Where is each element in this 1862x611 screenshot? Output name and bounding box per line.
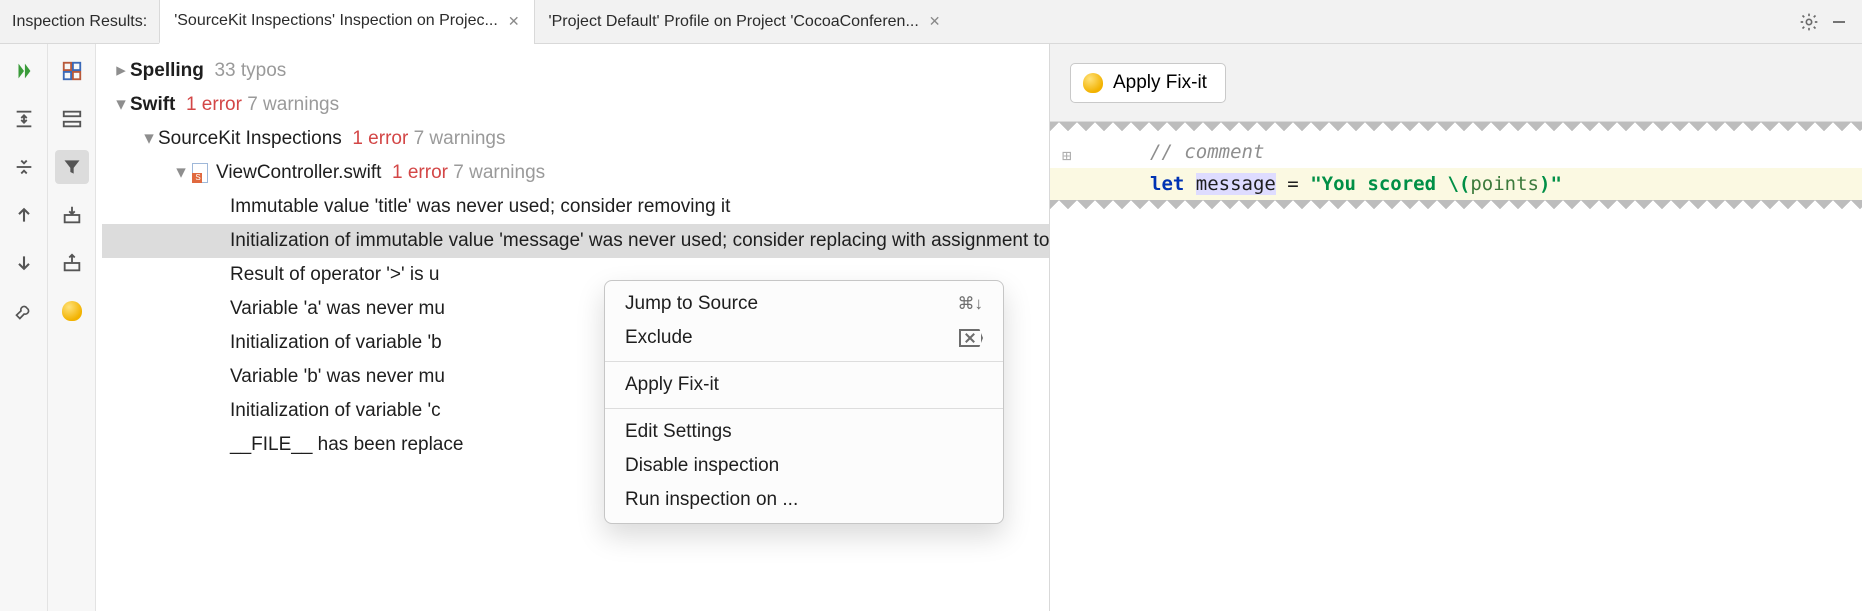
toolbar-left-2 [48,44,96,611]
menu-jump-to-source[interactable]: Jump to Source ⌘↓ [605,287,1003,321]
tab-sourcekit[interactable]: 'SourceKit Inspections' Inspection on Pr… [159,0,533,44]
preview-toolbar: Apply Fix-it [1050,44,1862,122]
code-highlighted-line: let message = "You scored \(points)" [1050,168,1862,200]
close-icon[interactable]: ✕ [508,13,520,30]
up-icon[interactable] [7,198,41,232]
minimize-icon[interactable] [1824,7,1854,37]
menu-exclude[interactable]: Exclude [605,321,1003,355]
group-structure-icon[interactable] [55,102,89,136]
tab-project-default[interactable]: 'Project Default' Profile on Project 'Co… [534,0,955,44]
issue-text: Variable 'b' was never mu [230,360,445,394]
context-menu: Jump to Source ⌘↓ Exclude Apply Fix-it E… [604,280,1004,524]
code-preview: ⊞ // comment let message = "You scored \… [1050,122,1862,611]
menu-label: Disable inspection [625,455,779,477]
down-icon[interactable] [7,246,41,280]
count-label: 33 typos [214,54,286,88]
menu-run-inspection[interactable]: Run inspection on ... [605,483,1003,517]
inspection-title: Inspection Results: [8,13,159,31]
tree-node-file[interactable]: ▾ ViewController.swift 1 error 7 warning… [102,156,1049,190]
import-icon[interactable] [55,198,89,232]
menu-label: Apply Fix-it [625,374,719,396]
preview-pane: Apply Fix-it ⊞ // comment let message = … [1050,44,1862,611]
exclude-icon [959,329,983,347]
wrench-icon[interactable] [7,294,41,328]
fold-indicator-bottom [1050,200,1862,214]
warning-count: 7 warnings [414,122,506,156]
filter-icon[interactable] [55,150,89,184]
tree-label: SourceKit Inspections [158,122,342,156]
apply-fixit-button[interactable]: Apply Fix-it [1070,63,1226,103]
export-icon[interactable] [55,246,89,280]
tab-bar: Inspection Results: 'SourceKit Inspectio… [0,0,1862,44]
chevron-down-icon[interactable]: ▾ [112,88,130,122]
shortcut-label: ⌘↓ [958,294,984,314]
button-label: Apply Fix-it [1113,72,1207,94]
code-comment: // comment [1150,141,1264,163]
tree-label: ViewController.swift [216,156,381,190]
tab-label: 'SourceKit Inspections' Inspection on Pr… [174,12,498,30]
menu-apply-fixit[interactable]: Apply Fix-it [605,368,1003,402]
issue-text: Result of operator '>' is u [230,258,440,292]
tab-label: 'Project Default' Profile on Project 'Co… [549,13,919,31]
run-icon[interactable] [7,54,41,88]
expand-fold-icon[interactable]: ⊞ [1062,142,1072,170]
issue-text: Variable 'a' was never mu [230,292,445,326]
tree-node-spelling[interactable]: ▸ Spelling 33 typos [102,54,1049,88]
error-count: 1 error [352,122,408,156]
menu-label: Jump to Source [625,293,758,315]
bulb-icon[interactable] [55,294,89,328]
menu-separator [605,408,1003,409]
gear-icon[interactable] [1794,7,1824,37]
error-count: 1 error [186,88,242,122]
menu-separator [605,361,1003,362]
tree-issue[interactable]: Immutable value 'title' was never used; … [102,190,1049,224]
tree-issue[interactable]: Initialization of immutable value 'messa… [102,224,1049,258]
issue-text: __FILE__ has been replace [230,428,463,462]
chevron-down-icon[interactable]: ▾ [172,156,190,190]
toolbar-left-1 [0,44,48,611]
tree-label: Swift [130,88,175,122]
menu-label: Run inspection on ... [625,489,798,511]
menu-disable-inspection[interactable]: Disable inspection [605,449,1003,483]
warning-count: 7 warnings [247,88,339,122]
tree-node-sourcekit[interactable]: ▾ SourceKit Inspections 1 error 7 warnin… [102,122,1049,156]
swift-file-icon [190,163,210,183]
issue-text: Initialization of immutable value 'messa… [230,224,1193,258]
issue-text: Initialization of variable 'c [230,394,441,428]
tree-label: Spelling [130,54,204,88]
issue-text: Immutable value 'title' was never used; … [230,190,730,224]
menu-label: Edit Settings [625,421,732,443]
error-count: 1 error [392,156,448,190]
expand-icon[interactable] [7,102,41,136]
close-icon[interactable]: ✕ [929,13,941,30]
group-icon[interactable] [55,54,89,88]
issue-text: Initialization of variable 'b [230,326,442,360]
collapse-icon[interactable] [7,150,41,184]
chevron-down-icon[interactable]: ▾ [140,122,158,156]
warning-count: 7 warnings [453,156,545,190]
chevron-right-icon[interactable]: ▸ [112,54,130,88]
menu-edit-settings[interactable]: Edit Settings [605,415,1003,449]
bulb-icon [1083,73,1103,93]
menu-label: Exclude [625,327,693,349]
tree-node-swift[interactable]: ▾ Swift 1 error 7 warnings [102,88,1049,122]
fold-indicator-top [1050,122,1862,136]
